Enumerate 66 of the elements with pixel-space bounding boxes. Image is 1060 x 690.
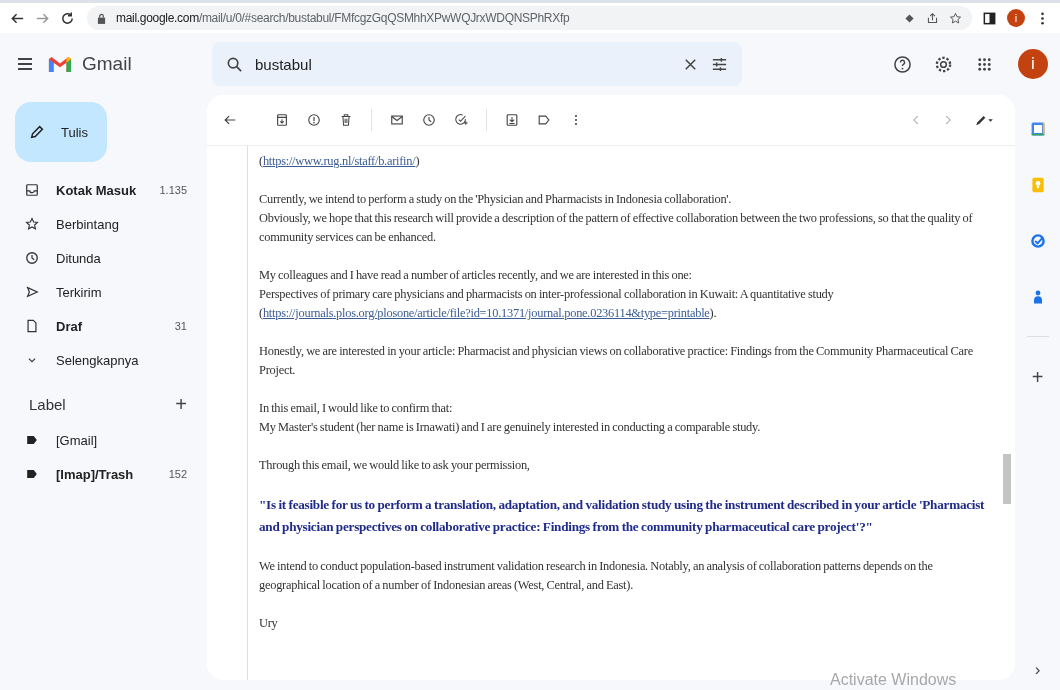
message-paragraph: We intend to conduct population-based instrument validation research in Indonesia. Notably, an analysis of collaboration patterns depends on the geographical location of a number of Indonesian areas (West, Central, and East). <box>259 558 934 594</box>
envelope-icon[interactable] <box>390 113 404 127</box>
report-spam-icon[interactable] <box>307 113 321 127</box>
message-paragraph: (https://www.rug.nl/staff/b.arifin/) <box>259 153 421 170</box>
settings-icon[interactable] <box>934 54 953 74</box>
archive-icon[interactable] <box>275 113 289 127</box>
add-task-icon[interactable] <box>454 113 468 127</box>
search-icon <box>226 55 243 73</box>
url-text: mail.google.com/mail/u/0/#search/bustabul/FMfcgzGqQSMhhXPwWQJrxWDQNSPhRXfp <box>116 11 570 25</box>
message-paragraph: In this email, I would like to confirm that: My Master's student (her name is Irnawati) and I are genuinely interested in conducting a comparable study. <box>259 400 762 436</box>
profile-avatar[interactable]: i <box>1007 9 1025 27</box>
app-name: Gmail <box>82 53 132 75</box>
label-item[interactable]: [Imap]/Trash 152 <box>0 462 187 486</box>
extension-icon[interactable] <box>903 11 916 25</box>
message-paragraph: My colleagues and I have read a number of articles recently, and we are interested in this one: Perspectives of primary care physicians and pharmacists on inter-professional collaboration in Kuwait: A quantitative study (https://journals.plos.org/plosone/article/file?id=10.1371/journal.pone.0236114&type=printable). <box>259 267 835 322</box>
search-bar[interactable]: bustabul <box>212 42 742 86</box>
logo-icon <box>48 54 72 74</box>
send-icon <box>25 285 39 299</box>
clock-icon[interactable] <box>422 113 436 127</box>
nav-item[interactable]: Terkirim <box>0 280 187 304</box>
inbox-icon <box>25 183 39 197</box>
nav-item[interactable]: Selengkapnya <box>0 348 187 372</box>
share-icon[interactable] <box>926 11 939 25</box>
pen-dropdown-icon[interactable] <box>973 113 995 127</box>
calendar-icon[interactable] <box>1029 120 1046 138</box>
side-panel-icon[interactable] <box>982 10 997 26</box>
link[interactable]: https://journals.plos.org/ <box>262 306 378 320</box>
trash-icon[interactable] <box>339 113 353 127</box>
star-icon[interactable] <box>949 11 962 25</box>
nav-item[interactable]: Draf 31 <box>0 314 187 338</box>
search-field[interactable]: bustabul <box>255 55 670 73</box>
message-paragraph: Currently, we intend to perform a study on the 'Physician and Pharmacists in Indonesia collaboration'. Obviously, we hope that this research will provide a description of the pattern of effective collaboration between the two professions, so that the quality of community services can be enhanced. <box>259 191 974 246</box>
nav-item[interactable]: Kotak Masuk 1.135 <box>0 178 187 202</box>
nav-item[interactable]: Berbintang <box>0 212 187 236</box>
task-check-icon[interactable] <box>1029 232 1046 250</box>
menu-icon[interactable] <box>16 55 34 73</box>
filter-icon[interactable] <box>711 55 728 73</box>
label-icon[interactable] <box>537 113 551 127</box>
add-label-button[interactable]: + <box>175 394 187 414</box>
labels-heading: Label <box>29 395 66 413</box>
label-tag-icon <box>25 467 39 481</box>
clock-icon <box>25 251 39 265</box>
address-bar[interactable]: mail.google.com/mail/u/0/#search/bustabul/FMfcgzGqQSMhhXPwWQJrxWDQNSPhRXfp <box>87 6 972 30</box>
help-icon[interactable] <box>893 54 912 74</box>
activation-notice: Activate Windows <box>830 671 957 689</box>
compose-button[interactable]: Tulis <box>15 102 107 162</box>
message-paragraph: Ury <box>259 615 279 632</box>
quoted-question: "Is it feasible for us to perform a translation, adaptation, and validation study using the instrument described in your article 'Pharmacist and physician perspectives on collaborative practice: Findings from the community pharmaceutical care project'?" <box>259 496 986 536</box>
link[interactable]: plosone/article/file?id=10.1371/journal.pone.0236114&type=printable <box>377 306 710 320</box>
star-icon <box>25 217 39 231</box>
nav-item[interactable]: Ditunda <box>0 246 187 270</box>
expand-panel-button[interactable]: › <box>1034 661 1041 678</box>
message-paragraph: Through this email, we would like to ask your permission, <box>259 457 531 474</box>
label-tag-icon <box>25 433 39 447</box>
label-item[interactable]: [Gmail] <box>0 428 187 452</box>
scrollbar-thumb[interactable] <box>1003 454 1011 504</box>
add-addon-button[interactable]: + <box>1031 367 1044 387</box>
move-to-icon[interactable] <box>505 113 519 127</box>
pencil-icon <box>29 124 45 140</box>
back-arrow-icon[interactable] <box>223 113 237 127</box>
account-avatar[interactable]: i <box>1018 49 1048 79</box>
document-icon <box>25 319 39 333</box>
link[interactable]: https://www.rug.nl/staff/b.arifin/ <box>262 154 416 168</box>
message-paragraph: Honestly, we are interested in your article: Pharmacist and physician views on collaborative practice: Findings from the Community Pharmaceutical Care Project. <box>259 343 974 379</box>
lock-icon <box>97 12 106 24</box>
reload-icon[interactable] <box>60 10 75 26</box>
